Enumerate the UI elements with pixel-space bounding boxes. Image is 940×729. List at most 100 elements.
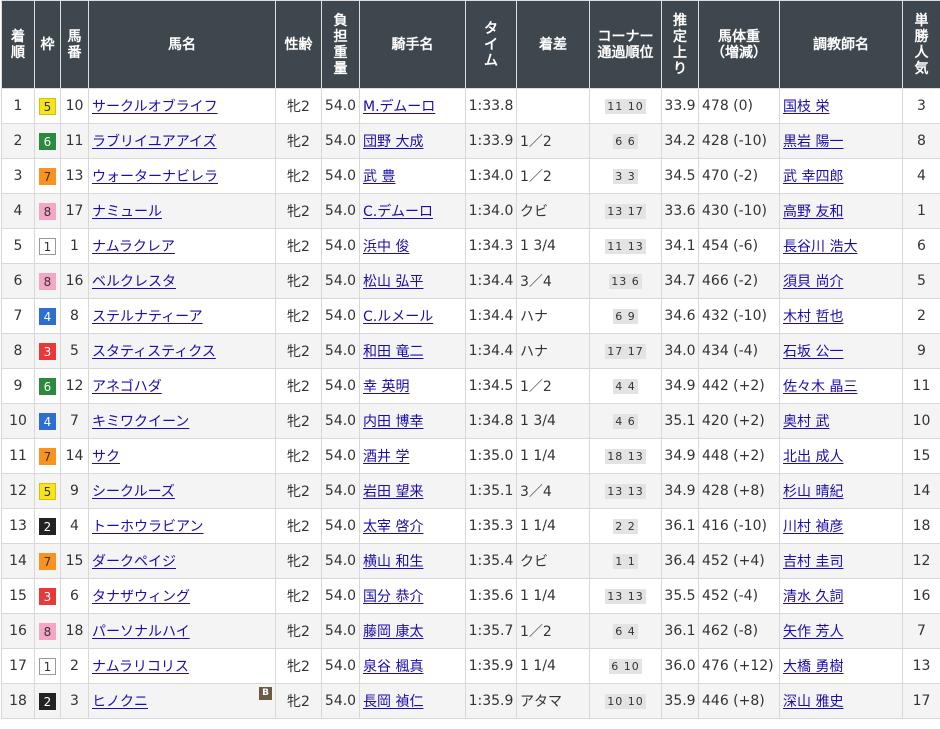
horse-name-link[interactable]: ナムラリコリス <box>92 659 189 675</box>
jockey-name-link[interactable]: 武 豊 <box>363 169 395 185</box>
horse-name-link[interactable]: タナザウィング <box>92 589 190 605</box>
rank-value: 3 <box>13 168 23 184</box>
horse-name-link[interactable]: ウォーターナビレラ <box>92 169 218 185</box>
sex-age-value: 牝2 <box>287 624 310 640</box>
body-weight-value: 428 (-10) <box>702 133 767 149</box>
umaban-value: 15 <box>65 553 84 569</box>
waku-cell: 5 <box>34 473 61 509</box>
popularity-cell: 11 <box>902 368 940 404</box>
jockey-name-link[interactable]: 酒井 学 <box>363 449 409 465</box>
margin-cell: アタマ <box>516 683 590 719</box>
popularity-value: 9 <box>917 343 926 359</box>
horse-name-link[interactable]: ステルナティーア <box>92 309 203 325</box>
margin-value: アタマ <box>520 694 562 710</box>
trainer-name-link[interactable]: 奥村 武 <box>783 414 829 430</box>
sex-age-value: 牝2 <box>287 554 310 570</box>
weight-cell: 54.0 <box>321 263 360 299</box>
waku-badge: 7 <box>39 552 56 570</box>
trainer-name-link[interactable]: 国枝 栄 <box>783 99 829 115</box>
horse-name-link[interactable]: ベルクレスタ <box>92 274 176 290</box>
horse-name-link[interactable]: シークルーズ <box>92 484 175 500</box>
table-row: 4 8 17 ナミュール 牝2 54.0 C.デムーロ 1:34.0 クビ 13 17 33.6 43… <box>1 193 940 229</box>
umaban-cell: 15 <box>60 543 89 579</box>
horse-name-link[interactable]: サク <box>92 449 120 465</box>
corner-positions: 17 17 <box>605 344 646 359</box>
horse-name-link[interactable]: ダークペイジ <box>92 554 176 570</box>
jockey-name-link[interactable]: C.ルメール <box>363 309 433 325</box>
trainer-cell: 深山 雅史 <box>779 683 903 719</box>
body-weight-cell: 430 (-10) <box>698 193 780 229</box>
jockey-name-link[interactable]: 岩田 望来 <box>363 484 423 500</box>
jockey-name-link[interactable]: C.デムーロ <box>363 204 433 220</box>
jockey-name-link[interactable]: 和田 竜二 <box>363 344 423 360</box>
last3f-cell: 34.7 <box>661 263 699 299</box>
popularity-value: 18 <box>912 518 931 534</box>
horse-name-link[interactable]: ラブリイユアアイズ <box>92 134 217 150</box>
trainer-name-link[interactable]: 矢作 芳人 <box>783 624 843 640</box>
umaban-cell: 17 <box>60 193 89 229</box>
trainer-name-link[interactable]: 木村 哲也 <box>783 309 843 325</box>
horse-name-link[interactable]: キミワクイーン <box>92 414 189 430</box>
header-label: 馬名 <box>168 36 196 53</box>
header-label: 騎手名 <box>391 36 434 53</box>
jockey-name-link[interactable]: 内田 博幸 <box>363 414 423 430</box>
horse-name-link[interactable]: アネゴハダ <box>92 379 162 395</box>
horse-name-link[interactable]: スタティスティクス <box>92 344 216 360</box>
trainer-name-link[interactable]: 石坂 公一 <box>783 344 843 360</box>
horse-name-link[interactable]: ナミュール <box>92 204 162 220</box>
jockey-cell: C.デムーロ <box>359 193 466 229</box>
trainer-name-link[interactable]: 佐々木 晶三 <box>783 379 857 395</box>
body-weight-value: 416 (-10) <box>702 518 767 534</box>
header-jockey: 騎手名 <box>359 0 466 89</box>
weight-cell: 54.0 <box>321 543 360 579</box>
horse-name-link[interactable]: パーソナルハイ <box>92 624 190 640</box>
jockey-name-link[interactable]: 国分 恭介 <box>363 589 423 605</box>
trainer-name-link[interactable]: 黒岩 陽一 <box>783 134 843 150</box>
jockey-name-link[interactable]: 太宰 啓介 <box>363 519 423 535</box>
body-weight-value: 452 (-4) <box>702 588 759 604</box>
jockey-name-link[interactable]: 浜中 俊 <box>363 239 409 255</box>
umaban-cell: 14 <box>60 438 89 474</box>
sex-age-value: 牝2 <box>287 309 310 325</box>
jockey-name-link[interactable]: 幸 英明 <box>363 379 409 395</box>
jockey-name-link[interactable]: 長岡 禎仁 <box>363 694 423 710</box>
jockey-name-link[interactable]: M.デムーロ <box>363 99 435 115</box>
trainer-name-link[interactable]: 杉山 晴紀 <box>783 484 843 500</box>
umaban-value: 17 <box>65 203 84 219</box>
corner-cell: 6 10 <box>589 648 662 684</box>
trainer-name-link[interactable]: 高野 友和 <box>783 204 843 220</box>
trainer-name-link[interactable]: 川村 禎彦 <box>783 519 843 535</box>
corner-positions: 1 1 <box>613 554 638 569</box>
trainer-name-link[interactable]: 武 幸四郎 <box>783 169 843 185</box>
trainer-name-link[interactable]: 大橋 勇樹 <box>783 659 843 675</box>
corner-cell: 4 6 <box>589 403 662 439</box>
jockey-name-link[interactable]: 横山 和生 <box>363 554 423 570</box>
last3f-cell: 34.1 <box>661 228 699 264</box>
jockey-cell: 幸 英明 <box>359 368 466 404</box>
trainer-name-link[interactable]: 須貝 尚介 <box>783 274 843 290</box>
popularity-value: 2 <box>917 308 926 324</box>
rank-cell: 3 <box>1 158 35 194</box>
trainer-name-link[interactable]: 吉村 圭司 <box>783 554 843 570</box>
waku-badge: 8 <box>39 202 56 220</box>
jockey-name-link[interactable]: 泉谷 楓真 <box>363 659 423 675</box>
trainer-name-link[interactable]: 長谷川 浩大 <box>783 239 857 255</box>
trainer-name-link[interactable]: 深山 雅史 <box>783 694 843 710</box>
last3f-value: 34.9 <box>664 378 696 394</box>
jockey-name-link[interactable]: 藤岡 康太 <box>363 624 423 640</box>
jockey-name-link[interactable]: 松山 弘平 <box>363 274 423 290</box>
horse-name-link[interactable]: ナムラクレア <box>92 239 175 255</box>
table-row: 9 6 12 アネゴハダ 牝2 54.0 幸 英明 1:34.5 1／2 4 4 34.9 442 (… <box>1 368 940 404</box>
horse-name-link[interactable]: ヒノクニ <box>92 694 148 710</box>
popularity-value: 4 <box>917 168 926 184</box>
waku-cell: 5 <box>34 88 61 124</box>
trainer-cell: 杉山 晴紀 <box>779 473 903 509</box>
margin-value: 1 3/4 <box>520 238 556 254</box>
time-value: 1:34.0 <box>468 168 514 184</box>
horse-name-link[interactable]: トーホウラビアン <box>92 519 203 535</box>
horse-name-link[interactable]: サークルオブライフ <box>92 99 218 115</box>
trainer-name-link[interactable]: 北出 成人 <box>783 449 843 465</box>
jockey-name-link[interactable]: 団野 大成 <box>363 134 423 150</box>
trainer-name-link[interactable]: 清水 久詞 <box>783 589 843 605</box>
weight-cell: 54.0 <box>321 648 360 684</box>
